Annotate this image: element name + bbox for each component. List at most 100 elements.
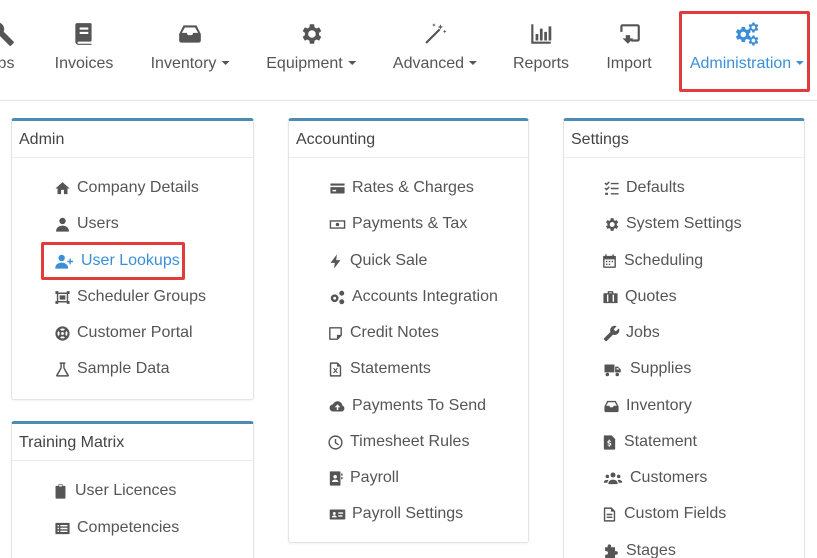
nav-label-text: Administration bbox=[689, 55, 792, 72]
top-navigation-bar: bs Invoices Inventory Equipment Advanced… bbox=[0, 0, 817, 101]
book-icon bbox=[70, 20, 98, 48]
magic-wand-icon bbox=[421, 20, 449, 48]
nav-label: Reports bbox=[512, 55, 570, 72]
clock-icon bbox=[325, 432, 345, 452]
accounting-payments-tax[interactable]: Payments & Tax bbox=[327, 211, 467, 237]
caret-down-icon bbox=[469, 60, 478, 65]
settings-supplies[interactable]: Supplies bbox=[601, 356, 691, 382]
nav-label: Import bbox=[606, 55, 652, 72]
import-icon bbox=[615, 20, 643, 48]
accounting-payroll-settings[interactable]: Payroll Settings bbox=[327, 501, 463, 527]
item-label: Quick Sale bbox=[350, 252, 428, 269]
panel-title: Admin bbox=[12, 121, 253, 158]
gears-icon bbox=[327, 287, 347, 307]
item-label: Accounts Integration bbox=[352, 288, 498, 305]
nav-administration[interactable]: Administration bbox=[682, 0, 812, 100]
cloud-upload-icon bbox=[327, 396, 347, 416]
item-label: Customer Portal bbox=[77, 324, 193, 341]
accounting-credit-notes[interactable]: Credit Notes bbox=[325, 320, 439, 346]
nav-invoices[interactable]: Invoices bbox=[44, 0, 124, 100]
admin-scheduler-groups[interactable]: Scheduler Groups bbox=[52, 284, 206, 310]
nav-label: Advanced bbox=[392, 55, 478, 73]
clipboard-icon bbox=[50, 481, 70, 501]
nav-label-text: Inventory bbox=[150, 55, 217, 72]
item-label: Statement bbox=[624, 433, 697, 450]
accounting-rates-charges[interactable]: Rates & Charges bbox=[327, 175, 474, 201]
settings-customers[interactable]: Customers bbox=[601, 465, 707, 491]
item-label: Supplies bbox=[630, 360, 692, 377]
item-label: Users bbox=[77, 215, 119, 232]
home-icon bbox=[52, 178, 72, 198]
briefcase-icon bbox=[600, 287, 620, 307]
nav-reports[interactable]: Reports bbox=[506, 0, 576, 100]
item-label: Quotes bbox=[625, 288, 677, 305]
tasks-icon bbox=[601, 178, 621, 198]
item-label: Jobs bbox=[626, 324, 660, 341]
settings-statement[interactable]: Statement bbox=[599, 429, 697, 455]
item-label: Custom Fields bbox=[624, 505, 727, 522]
accounting-payments-to-send[interactable]: Payments To Send bbox=[327, 393, 486, 419]
panel-training-matrix: Training Matrix User Licences Competenci… bbox=[11, 421, 254, 558]
admin-customer-portal[interactable]: Customer Portal bbox=[52, 320, 193, 346]
panel-title: Settings bbox=[564, 121, 804, 158]
inbox-tray-icon bbox=[601, 396, 621, 416]
panel-accounting: Accounting Rates & Charges Payments & Ta… bbox=[288, 118, 529, 543]
nav-advanced[interactable]: Advanced bbox=[383, 0, 487, 100]
item-label: Customers bbox=[630, 469, 708, 486]
nav-import[interactable]: Import bbox=[596, 0, 662, 100]
settings-system-settings[interactable]: System Settings bbox=[601, 211, 742, 237]
settings-inventory[interactable]: Inventory bbox=[601, 393, 692, 419]
wrench-icon bbox=[601, 323, 621, 343]
nav-inventory[interactable]: Inventory bbox=[140, 0, 240, 100]
file-alt-icon bbox=[599, 504, 619, 524]
file-excel-icon bbox=[325, 359, 345, 379]
panel-settings: Settings Defaults System Settings Schedu… bbox=[563, 118, 805, 558]
nav-label: Administration bbox=[689, 55, 805, 73]
settings-stages[interactable]: Stages bbox=[601, 538, 676, 558]
file-invoice-dollar-icon bbox=[599, 432, 619, 452]
caret-down-icon bbox=[221, 60, 230, 65]
settings-quotes[interactable]: Quotes bbox=[600, 284, 677, 310]
admin-user-lookups[interactable]: User Lookups bbox=[52, 248, 180, 274]
bar-chart-icon bbox=[527, 20, 555, 48]
admin-users[interactable]: Users bbox=[52, 211, 119, 237]
accounting-timesheet-rules[interactable]: Timesheet Rules bbox=[325, 429, 469, 455]
accounting-payroll[interactable]: Payroll bbox=[325, 465, 399, 491]
nav-label: Equipment bbox=[266, 55, 356, 73]
settings-custom-fields[interactable]: Custom Fields bbox=[599, 501, 726, 527]
item-label: Defaults bbox=[626, 179, 685, 196]
item-label: Competencies bbox=[77, 519, 180, 536]
inbox-tray-icon bbox=[176, 20, 204, 48]
nav-label: Invoices bbox=[54, 55, 114, 72]
training-competencies[interactable]: Competencies bbox=[52, 515, 179, 541]
panel-title: Accounting bbox=[289, 121, 528, 158]
caret-down-icon bbox=[796, 60, 805, 65]
panel-admin: Admin Company Details Users User Lookups… bbox=[11, 118, 254, 400]
item-label: Timesheet Rules bbox=[350, 433, 470, 450]
money-bill-icon bbox=[327, 214, 347, 234]
nav-label-text: Advanced bbox=[392, 55, 465, 72]
admin-sample-data[interactable]: Sample Data bbox=[52, 356, 170, 382]
settings-jobs[interactable]: Jobs bbox=[601, 320, 660, 346]
nav-equipment[interactable]: Equipment bbox=[256, 0, 366, 100]
admin-company-details[interactable]: Company Details bbox=[52, 175, 199, 201]
accounting-statements[interactable]: Statements bbox=[325, 356, 431, 382]
item-label: Scheduler Groups bbox=[77, 288, 206, 305]
accounting-quick-sale[interactable]: Quick Sale bbox=[325, 248, 427, 274]
bolt-icon bbox=[325, 251, 345, 271]
object-group-icon bbox=[52, 287, 72, 307]
nav-jobs[interactable]: bs bbox=[0, 0, 28, 100]
panel-title: Training Matrix bbox=[12, 424, 253, 461]
item-label: System Settings bbox=[626, 215, 742, 232]
training-user-licences[interactable]: User Licences bbox=[50, 478, 176, 504]
gears-icon bbox=[733, 20, 761, 48]
accounting-accounts-integration[interactable]: Accounts Integration bbox=[327, 284, 498, 310]
caret-down-icon bbox=[347, 60, 356, 65]
settings-defaults[interactable]: Defaults bbox=[601, 175, 685, 201]
flask-icon bbox=[52, 359, 72, 379]
item-label: Company Details bbox=[77, 179, 199, 196]
puzzle-icon bbox=[601, 541, 621, 558]
wrench-icon bbox=[0, 20, 16, 48]
settings-scheduling[interactable]: Scheduling bbox=[599, 248, 703, 274]
item-label: Scheduling bbox=[624, 252, 704, 269]
